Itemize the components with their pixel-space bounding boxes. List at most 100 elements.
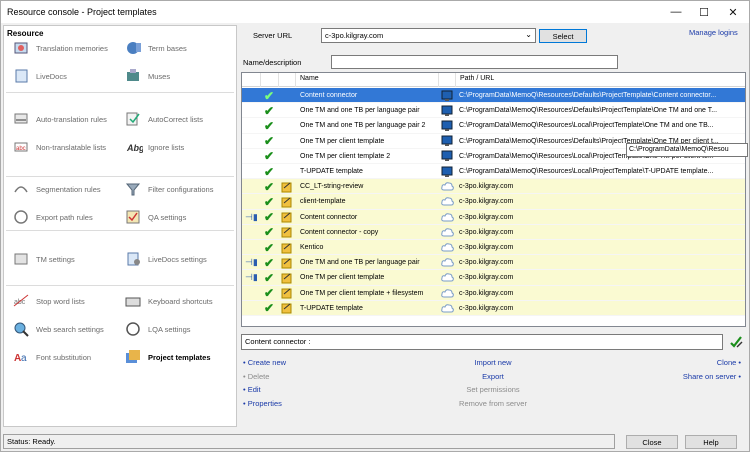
sidebar-item-keyboard-shortcuts[interactable]: Keyboard shortcuts [122,291,213,311]
livedocs-settings-icon [122,250,144,268]
segmentation-rules-icon [10,180,32,198]
help-button[interactable]: Help [685,435,737,449]
template-path: c-3po.kilgray.com [459,228,514,236]
cloud-icon [441,270,454,285]
edit-lock-icon [281,255,293,270]
template-name: One TM and one TB per language pair [300,107,420,115]
sidebar-item-filter-configurations[interactable]: Filter configurations [122,179,213,199]
monitor-icon [441,103,453,118]
table-row[interactable]: ✔ One TM and one TB per language pair 2 C:… [242,118,745,134]
table-row[interactable]: ✔ Content connector - copy c-3po.kilgray.c… [242,224,745,240]
non-translatable-lists-icon: abc [10,138,32,156]
template-path: C:\ProgramData\MemoQ\Resources\Local\Pro… [459,168,714,176]
font-substitution-icon: Aa [10,348,32,366]
template-name: One TM and one TB per language pair 2 [300,122,426,130]
left-action-0[interactable]: • Create new [243,358,286,367]
name-description-input[interactable] [331,55,618,69]
cloud-icon [441,194,454,209]
left-action-1[interactable]: • Delete [243,372,269,381]
sidebar-item-web-search-settings[interactable]: Web search settings [10,319,104,339]
sidebar-item-autocorrect-lists[interactable]: AutoCorrect lists [122,109,203,129]
sidebar-divider [6,92,234,93]
sidebar-item-qa-settings[interactable]: QA settings [122,207,186,227]
right-action-1[interactable]: Share on server • [683,372,741,381]
maximize-button[interactable]: ☐ [689,1,719,23]
monitor-icon [441,88,453,103]
close-button[interactable]: Close [626,435,678,449]
sidebar-item-livedocs-settings[interactable]: LiveDocs settings [122,249,207,269]
checkmark-edit-icon[interactable] [728,334,744,350]
column-header-name[interactable]: Name [300,75,319,82]
sidebar-item-muses[interactable]: Muses [122,66,170,86]
template-path: c-3po.kilgray.com [459,259,514,267]
table-row[interactable]: ✔ T-UPDATE template C:\ProgramData\MemoQ\R… [242,164,745,180]
ignore-lists-icon: Abg [122,138,144,156]
status-bar: Status: Ready. [3,434,615,449]
middle-action-3[interactable]: Remove from server [433,399,553,408]
check-icon: ✔ [264,270,275,285]
edit-lock-icon [281,301,293,316]
chevron-down-icon[interactable]: ⌄ [525,30,532,39]
sidebar-item-ignore-lists[interactable]: Abg Ignore lists [122,137,184,157]
template-name: T-UPDATE template [300,304,363,312]
sidebar-item-segmentation-rules[interactable]: Segmentation rules [10,179,101,199]
template-path: c-3po.kilgray.com [459,183,514,191]
sidebar-item-term-bases[interactable]: Term bases [122,38,187,58]
left-action-3[interactable]: • Properties [243,399,282,408]
middle-action-0[interactable]: Import new [433,358,553,367]
sidebar-item-auto-translation-rules[interactable]: Auto-translation rules [10,109,107,129]
sidebar-item-tm-settings[interactable]: TM settings [10,249,75,269]
sidebar-item-lqa-settings[interactable]: LQA settings [122,319,191,339]
pin-icon: ⊣▮ [245,272,258,283]
sidebar-item-label: QA settings [148,212,187,222]
table-row[interactable]: ✔ client-template c-3po.kilgray.com [242,194,745,210]
minimize-button[interactable]: — [661,1,691,23]
sidebar-item-font-substitution[interactable]: Aa Font substitution [10,347,91,367]
middle-action-1[interactable]: Export [433,372,553,381]
sidebar-divider [6,230,234,231]
monitor-icon [441,164,453,179]
manage-logins-link[interactable]: Manage logins [689,28,738,37]
right-action-0[interactable]: Clone • [717,358,741,367]
table-row[interactable]: ✔ Content connector C:\ProgramData\MemoQ\R… [242,88,745,104]
select-button[interactable]: Select [539,29,587,43]
template-name: Content connector [300,92,358,100]
server-url-combo[interactable]: c-3po.kilgray.com ⌄ [321,28,536,43]
edit-lock-icon [281,225,293,240]
table-row[interactable]: ⊣▮ ✔ Content connector c-3po.kilgray.com [242,209,745,225]
template-name: One TM per client template + filesystem [300,289,424,297]
template-name: One TM per client template [300,274,385,282]
livedocs-icon [10,67,32,85]
left-action-2[interactable]: • Edit [243,385,261,394]
template-path: C:\ProgramData\MemoQ\Resources\Defaults\… [459,107,718,115]
edit-lock-icon [281,179,293,194]
table-row[interactable]: ⊣▮ ✔ One TM per client template c-3po.kilgr… [242,270,745,286]
middle-action-2[interactable]: Set permissions [433,385,553,394]
sidebar-item-translation-memories[interactable]: Translation memories [10,38,108,58]
path-tooltip: C:\ProgramData\MemoQ\Resou [626,143,748,157]
table-row[interactable]: ✔ One TM per client template + filesystem… [242,285,745,301]
sidebar-item-label: Filter configurations [148,184,214,194]
sidebar-item-non-translatable-lists[interactable]: abc Non-translatable lists [10,137,106,157]
template-path: c-3po.kilgray.com [459,289,514,297]
table-row[interactable]: ✔ T-UPDATE template c-3po.kilgray.com [242,300,745,316]
table-row[interactable]: ✔ Kentico c-3po.kilgray.com [242,240,745,256]
details-field[interactable]: Content connector : [241,334,723,350]
table-row[interactable]: ✔ CC_LT-string-review c-3po.kilgray.com [242,179,745,195]
sidebar-item-livedocs[interactable]: LiveDocs [10,66,67,86]
table-row[interactable]: ⊣▮ ✔ One TM and one TB per language pair c-… [242,255,745,271]
template-path: c-3po.kilgray.com [459,213,514,221]
column-header-path[interactable]: Path / URL [460,75,494,82]
sidebar-item-label: Muses [148,71,171,81]
sidebar-item-export-path-rules[interactable]: Export path rules [10,207,93,227]
table-row[interactable]: ✔ One TM and one TB per language pair C:\P… [242,103,745,119]
sidebar-item-label: Font substitution [36,352,92,362]
template-path: c-3po.kilgray.com [459,198,514,206]
qa-settings-icon [122,208,144,226]
close-window-button[interactable]: ✕ [718,1,748,23]
sidebar-item-project-templates[interactable]: Project templates [122,347,211,367]
template-name: Content connector [300,213,358,221]
sidebar-item-label: Project templates [148,352,211,362]
cloud-icon [441,179,454,194]
sidebar-item-stop-word-lists[interactable]: abc Stop word lists [10,291,85,311]
